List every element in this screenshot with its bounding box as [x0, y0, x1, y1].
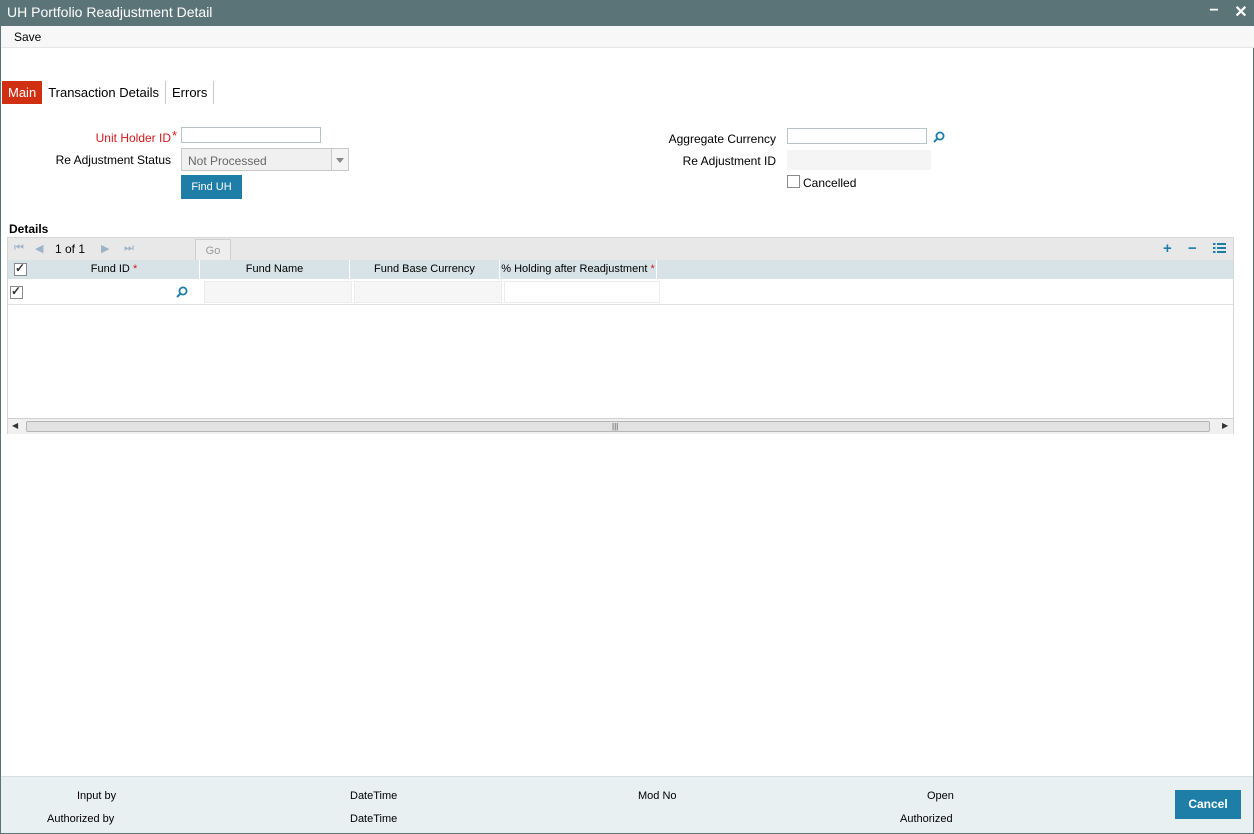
horizontal-scrollbar[interactable]: ◀ ||| ▶ [8, 418, 1233, 434]
details-grid: ⏮ ◀ 1 of 1 ▶ ⏭ Go + − Fund ID * Fund Nam… [7, 237, 1234, 434]
column-fund-name-label: Fund Name [245, 263, 304, 275]
details-section-title: Details [9, 222, 49, 236]
column-fund-id[interactable]: Fund ID * [29, 260, 200, 279]
column-fund-name[interactable]: Fund Name [200, 260, 350, 279]
grid-toolbar: ⏮ ◀ 1 of 1 ▶ ⏭ Go + − [8, 238, 1233, 263]
mod-no-label: Mod No [638, 790, 677, 802]
cancelled-label: Cancelled [803, 176, 857, 190]
tab-errors[interactable]: Errors [166, 81, 215, 104]
prev-page-icon[interactable]: ◀ [35, 242, 43, 255]
authorized-status-label: Authorized [900, 813, 953, 825]
uh-portfolio-readjustment-window: UH Portfolio Readjustment Detail − ✕ Sav… [0, 0, 1254, 834]
window-title: UH Portfolio Readjustment Detail [7, 4, 213, 20]
add-row-icon[interactable]: + [1163, 240, 1172, 257]
cancel-button[interactable]: Cancel [1175, 790, 1241, 819]
unit-holder-id-input[interactable] [181, 127, 321, 143]
scroll-right-icon[interactable]: ▶ [1222, 421, 1228, 430]
fund-id-cell[interactable] [30, 281, 202, 303]
column-fund-base-currency[interactable]: Fund Base Currency [350, 260, 500, 279]
fund-name-cell[interactable] [204, 281, 352, 303]
row-checkbox[interactable] [10, 284, 23, 299]
tab-transaction-details[interactable]: Transaction Details [42, 81, 166, 104]
column-holding-label: % Holding after Readjustment [501, 263, 648, 275]
required-marker: * [650, 263, 655, 275]
readjustment-status-select[interactable]: Not Processed [181, 148, 349, 171]
table-row [8, 279, 1233, 305]
grid-header: Fund ID * Fund Name Fund Base Currency %… [8, 260, 1233, 279]
scroll-left-icon[interactable]: ◀ [12, 421, 18, 430]
page-info: 1 of 1 [55, 242, 86, 256]
delete-row-icon[interactable]: − [1188, 240, 1197, 257]
title-bar: UH Portfolio Readjustment Detail − ✕ [1, 0, 1254, 26]
column-fund-base-currency-label: Fund Base Currency [374, 263, 475, 275]
tab-main[interactable]: Main [2, 81, 43, 104]
last-page-icon[interactable]: ⏭ [124, 242, 134, 255]
menu-bar: Save [1, 26, 1254, 48]
first-page-icon[interactable]: ⏮ [14, 242, 24, 255]
chevron-down-icon [331, 149, 348, 170]
open-status-label: Open [927, 790, 954, 802]
select-all-checkbox[interactable] [14, 261, 27, 276]
aggregate-currency-label: Aggregate Currency [668, 132, 776, 146]
cancelled-checkbox[interactable] [787, 175, 800, 188]
aggregate-currency-input[interactable] [787, 128, 927, 144]
unit-holder-id-label: Unit Holder ID [95, 131, 171, 145]
close-button[interactable]: ✕ [1232, 2, 1250, 22]
readjustment-status-value: Not Processed [188, 154, 267, 168]
auth-datetime-label: DateTime [350, 813, 398, 825]
save-menu-item[interactable]: Save [14, 30, 41, 44]
readjustment-status-label: Re Adjustment Status [55, 153, 171, 167]
tab-strip: Main Transaction Details Errors [2, 81, 215, 104]
search-icon[interactable] [176, 286, 188, 298]
authorized-by-label: Authorized by [47, 813, 115, 825]
required-marker: * [132, 263, 138, 275]
input-by-label: Input by [77, 790, 117, 802]
fund-base-currency-cell[interactable] [354, 281, 502, 303]
required-marker: * [172, 128, 178, 143]
readjustment-id-field[interactable] [787, 150, 931, 170]
minimize-button[interactable]: − [1205, 2, 1223, 22]
audit-footer: Input by DateTime Mod No Open Authorized… [1, 776, 1253, 833]
next-page-icon[interactable]: ▶ [101, 242, 109, 255]
column-fund-id-label: Fund ID [90, 263, 130, 275]
column-holding-after-readjustment[interactable]: % Holding after Readjustment * [500, 260, 657, 279]
scrollbar-grip-icon: ||| [612, 422, 619, 431]
datetime-label: DateTime [350, 790, 398, 802]
search-icon[interactable] [933, 131, 945, 143]
list-view-icon[interactable] [1213, 242, 1226, 254]
holding-pct-cell[interactable] [504, 281, 660, 303]
find-uh-button[interactable]: Find UH [181, 175, 242, 199]
readjustment-id-label: Re Adjustment ID [682, 154, 776, 168]
